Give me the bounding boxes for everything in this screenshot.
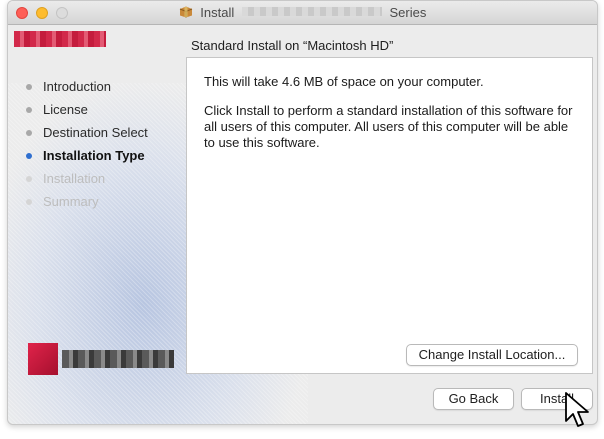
step-destination-select: Destination Select [23, 125, 148, 148]
step-dot-icon [26, 130, 32, 136]
logo-wordmark [62, 350, 174, 368]
redacted-product-name [241, 7, 382, 16]
logo-emblem [28, 343, 58, 375]
installer-window: Install Series Standard Install on “Maci… [7, 0, 598, 425]
step-label: Introduction [43, 79, 111, 94]
window-title-suffix: Series [389, 5, 427, 20]
steps-list: Introduction License Destination Select … [23, 79, 148, 217]
mouse-pointer-icon [565, 392, 589, 427]
brand-mark [14, 31, 106, 47]
step-heading: Standard Install on “Macintosh HD” [191, 38, 394, 53]
go-back-button[interactable]: Go Back [433, 388, 514, 410]
step-dot-icon [26, 153, 32, 159]
step-dot-icon [26, 176, 32, 182]
space-required-text: This will take 4.6 MB of space on your c… [204, 74, 484, 89]
step-dot-icon [26, 84, 32, 90]
step-label: Installation Type [43, 148, 145, 163]
change-install-location-button[interactable]: Change Install Location... [406, 344, 578, 366]
vendor-logo [28, 343, 176, 375]
install-instructions-text: Click Install to perform a standard inst… [204, 103, 573, 150]
step-installation-type: Installation Type [23, 148, 148, 171]
window-title: Install Series [8, 5, 597, 20]
content-panel: This will take 4.6 MB of space on your c… [186, 57, 593, 374]
step-label: Destination Select [43, 125, 148, 140]
title-bar: Install Series [8, 1, 597, 25]
step-introduction: Introduction [23, 79, 148, 102]
step-license: License [23, 102, 148, 125]
step-label: Summary [43, 194, 99, 209]
step-label: Installation [43, 171, 106, 186]
step-dot-icon [26, 107, 32, 113]
step-label: License [43, 102, 88, 117]
step-dot-icon [26, 199, 32, 205]
step-installation: Installation [23, 171, 148, 194]
step-summary: Summary [23, 194, 148, 217]
window-title-prefix: Install [200, 5, 235, 20]
package-icon [179, 6, 193, 18]
